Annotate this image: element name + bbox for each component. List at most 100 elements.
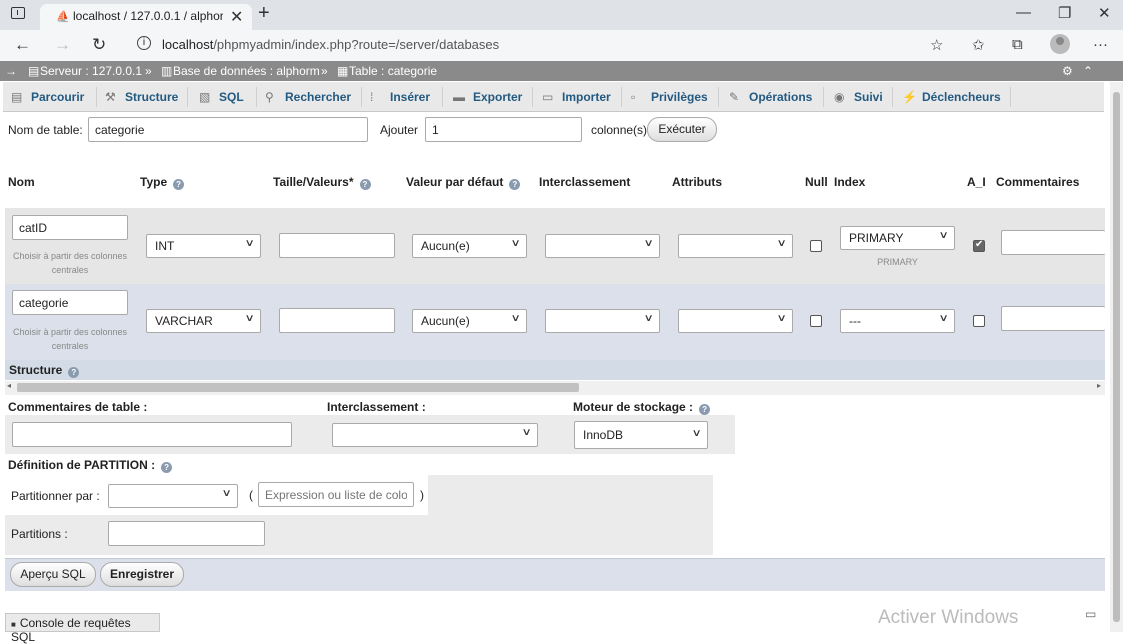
- header-size: Taille/Valeurs*?: [273, 175, 371, 190]
- tab-privileges[interactable]: ▫ Privilèges: [631, 82, 708, 112]
- tab-structure[interactable]: ⚒ Structure: [105, 82, 178, 112]
- table-collation-select[interactable]: ∨: [332, 423, 538, 447]
- insert-icon: ⁞: [370, 90, 374, 104]
- partition-expression-input[interactable]: [258, 482, 414, 507]
- url-host: localhost: [162, 37, 214, 52]
- storage-engine-select[interactable]: InnoDB ∨: [574, 421, 708, 449]
- auto-increment-checkbox[interactable]: [973, 315, 985, 327]
- collation-select[interactable]: ∨: [545, 234, 660, 258]
- tab-browse[interactable]: ▤ Parcourir: [11, 82, 84, 112]
- tracking-icon: ◉: [834, 90, 845, 104]
- scrollbar-thumb[interactable]: [17, 383, 579, 392]
- size-input[interactable]: [279, 233, 395, 258]
- vertical-scrollbar[interactable]: [1110, 82, 1123, 632]
- table-name-input[interactable]: categorie: [88, 117, 368, 142]
- comment-input[interactable]: [1001, 306, 1105, 331]
- scroll-right-icon[interactable]: ▸: [1097, 381, 1101, 390]
- columns-label: colonne(s): [591, 123, 648, 137]
- profile-avatar-icon[interactable]: [1050, 34, 1070, 54]
- server-icon: ▤: [28, 64, 40, 78]
- horizontal-scrollbar[interactable]: ◂ ▸: [5, 381, 1105, 395]
- more-menu-icon[interactable]: ···: [1093, 36, 1108, 53]
- breadcrumb-table[interactable]: Table : categorie: [349, 64, 437, 78]
- index-select[interactable]: PRIMARY ∨: [840, 226, 955, 250]
- table-row: catID Choisir à partir des colonnes cent…: [5, 208, 1105, 284]
- index-select[interactable]: --- ∨: [840, 309, 955, 333]
- partitions-input[interactable]: [108, 521, 265, 546]
- browser-tab[interactable]: ⛵ localhost / 127.0.0.1 / alphorm | ✕: [40, 4, 252, 30]
- back-icon[interactable]: ←: [14, 35, 31, 55]
- table-comments-input[interactable]: [12, 422, 292, 447]
- help-icon[interactable]: ?: [699, 404, 711, 415]
- restore-icon[interactable]: ❐: [1058, 4, 1071, 22]
- header-index: Index: [834, 175, 866, 189]
- new-tab-icon[interactable]: +: [258, 2, 270, 25]
- table-icon: ▦: [337, 64, 349, 78]
- breadcrumb-server[interactable]: Serveur : 127.0.0.1: [40, 64, 142, 78]
- default-select[interactable]: Aucun(e) ∨: [412, 309, 527, 333]
- type-select[interactable]: INT ∨: [146, 234, 261, 258]
- storage-engine-label: Moteur de stockage :?: [573, 400, 711, 415]
- scroll-left-icon[interactable]: ◂: [7, 381, 11, 390]
- null-checkbox[interactable]: [810, 315, 822, 327]
- console-icon: ■: [11, 620, 16, 629]
- partitions-label: Partitions :: [11, 527, 68, 541]
- url-field[interactable]: localhost/phpmyadmin/index.php?route=/se…: [162, 37, 499, 52]
- size-input[interactable]: [279, 308, 395, 333]
- central-columns-link[interactable]: Choisir à partir des colonnes centrales: [7, 325, 133, 353]
- close-tab-icon[interactable]: ✕: [230, 7, 243, 27]
- address-bar: ← → ↻ i localhost/phpmyadmin/index.php?r…: [0, 30, 1123, 61]
- header-name: Nom: [8, 175, 35, 189]
- tab-search[interactable]: ⚲ Rechercher: [265, 82, 351, 112]
- sql-console-bar[interactable]: ■ Console de requêtes SQL: [5, 613, 160, 644]
- collation-select[interactable]: ∨: [545, 309, 660, 333]
- collapse-top-icon[interactable]: ⌃: [1083, 64, 1093, 78]
- window-menu-icon[interactable]: [11, 7, 25, 19]
- help-icon[interactable]: ?: [173, 179, 185, 190]
- column-name-input[interactable]: categorie: [12, 290, 128, 315]
- tab-tracking[interactable]: ◉ Suivi: [834, 82, 883, 112]
- tab-import[interactable]: ▭ Importer: [542, 82, 611, 112]
- site-info-icon[interactable]: i: [137, 36, 151, 50]
- favorites-icon[interactable]: ✩: [972, 36, 985, 54]
- auto-increment-checkbox[interactable]: [973, 239, 985, 252]
- help-icon[interactable]: ?: [509, 179, 521, 190]
- minimize-icon[interactable]: —: [1016, 4, 1031, 21]
- null-checkbox[interactable]: [810, 240, 822, 252]
- scrollbar-thumb[interactable]: [1113, 92, 1120, 622]
- comment-input[interactable]: [1001, 230, 1105, 255]
- tab-insert[interactable]: ⁞ Insérer: [370, 82, 430, 112]
- forward-icon[interactable]: →: [54, 35, 71, 55]
- breadcrumb-separator: »: [321, 64, 328, 78]
- header-comments: Commentaires: [996, 175, 1080, 189]
- save-button[interactable]: Enregistrer: [100, 562, 184, 587]
- tab-export[interactable]: ▬ Exporter: [453, 82, 522, 112]
- help-icon[interactable]: ?: [68, 367, 80, 378]
- partition-by-select[interactable]: ∨: [108, 484, 238, 508]
- execute-button[interactable]: Exécuter: [647, 117, 717, 142]
- collapse-arrow-icon[interactable]: →: [5, 64, 17, 78]
- attributes-select[interactable]: ∨: [678, 309, 793, 333]
- refresh-icon[interactable]: ↻: [92, 35, 106, 55]
- tab-operations[interactable]: ✎ Opérations: [729, 82, 812, 112]
- add-columns-input[interactable]: 1: [425, 117, 582, 142]
- settings-icon[interactable]: ⚙: [1062, 64, 1073, 78]
- import-icon: ▭: [542, 90, 554, 104]
- close-window-icon[interactable]: ✕: [1098, 4, 1111, 22]
- default-select[interactable]: Aucun(e) ∨: [412, 234, 527, 258]
- collections-icon[interactable]: ⧉: [1012, 36, 1023, 53]
- central-columns-link[interactable]: Choisir à partir des colonnes centrales: [7, 249, 133, 277]
- help-icon[interactable]: ?: [359, 179, 371, 190]
- chevron-down-icon: ∨: [776, 238, 787, 249]
- column-name-input[interactable]: catID: [12, 215, 128, 240]
- chevron-down-icon: ∨: [691, 428, 702, 439]
- favorite-add-icon[interactable]: ☆: [930, 36, 943, 54]
- help-icon[interactable]: ?: [161, 462, 173, 473]
- console-toggle-icon[interactable]: ▭: [1085, 607, 1096, 621]
- type-select[interactable]: VARCHAR ∨: [146, 309, 261, 333]
- breadcrumb-database[interactable]: Base de données : alphorm: [173, 64, 320, 78]
- attributes-select[interactable]: ∨: [678, 234, 793, 258]
- tab-sql[interactable]: ▧ SQL: [199, 82, 244, 112]
- tab-triggers[interactable]: ⚡ Déclencheurs: [902, 82, 1001, 112]
- preview-sql-button[interactable]: Aperçu SQL: [10, 562, 96, 587]
